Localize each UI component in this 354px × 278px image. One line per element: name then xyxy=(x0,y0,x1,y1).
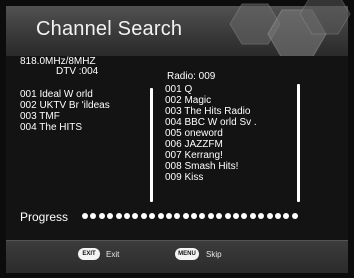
progress-dot xyxy=(182,213,189,219)
tv-list-scrollbar[interactable] xyxy=(150,88,153,202)
progress-dot xyxy=(233,213,240,219)
list-item[interactable]: 004 BBC W orld Sv . xyxy=(165,117,257,128)
tv-channel-list: 001 Ideal W orld 002 UKTV Br 'ildeas 003… xyxy=(20,89,110,133)
progress-dot xyxy=(107,213,114,219)
progress-dot xyxy=(283,213,290,219)
exit-key-icon[interactable]: EXIT xyxy=(78,248,100,260)
list-item[interactable]: 002 UKTV Br 'ildeas xyxy=(20,100,110,111)
list-item[interactable]: 002 Magic xyxy=(165,95,257,106)
radio-channel-list: 001 Q 002 Magic 003 The Hits Radio 004 B… xyxy=(165,84,257,183)
progress-dot xyxy=(115,213,122,219)
progress-dot xyxy=(241,213,248,219)
progress-dot xyxy=(149,213,156,219)
progress-label: Progress xyxy=(20,210,69,224)
progress-dot xyxy=(165,213,172,219)
progress-dot xyxy=(191,213,198,219)
exit-label: Exit xyxy=(106,250,120,259)
progress-dot xyxy=(82,213,88,219)
progress-dot xyxy=(199,213,206,219)
list-item[interactable]: 007 Kerrang! xyxy=(165,150,257,161)
menu-key-icon[interactable]: MENU xyxy=(175,248,199,260)
header-bar: Channel Search xyxy=(6,0,351,59)
progress-dot xyxy=(174,213,181,219)
progress-dot xyxy=(207,213,214,219)
progress-dot xyxy=(249,213,256,219)
radio-list-scrollbar[interactable] xyxy=(297,84,300,202)
progress-dot xyxy=(216,213,223,219)
page-title: Channel Search xyxy=(36,18,183,40)
progress-dot xyxy=(274,213,281,219)
list-item[interactable]: 001 Q xyxy=(165,84,257,95)
skip-label: Skip xyxy=(206,250,222,259)
progress-bar xyxy=(82,213,298,219)
progress-dot xyxy=(291,213,298,219)
list-item[interactable]: 006 JAZZFM xyxy=(165,139,257,150)
progress-dot xyxy=(132,213,139,219)
list-item[interactable]: 008 Smash Hits! xyxy=(165,161,257,172)
progress-dot xyxy=(90,213,97,219)
progress-dot xyxy=(157,213,164,219)
progress-dot xyxy=(224,213,231,219)
progress-dot xyxy=(258,213,265,219)
list-item[interactable]: 003 The Hits Radio xyxy=(165,106,257,117)
dtv-count: DTV :004 xyxy=(56,66,99,77)
list-item[interactable]: 005 oneword xyxy=(165,128,257,139)
list-item[interactable]: 001 Ideal W orld xyxy=(20,89,110,100)
progress-dot xyxy=(140,213,147,219)
radio-count: Radio: 009 xyxy=(167,71,216,82)
list-item[interactable]: 004 The HITS xyxy=(20,122,110,133)
progress-dot xyxy=(123,213,130,219)
list-item[interactable]: 009 Kiss xyxy=(165,172,257,183)
progress-dot xyxy=(98,213,105,219)
hexagon-decoration-icon xyxy=(229,0,351,59)
list-item[interactable]: 003 TMF xyxy=(20,111,110,122)
progress-dot xyxy=(266,213,273,219)
